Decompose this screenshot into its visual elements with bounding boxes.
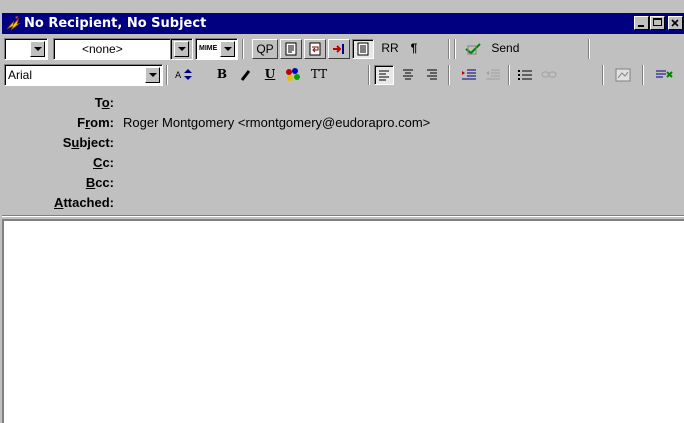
indent-button[interactable] [458, 65, 480, 85]
title-bar[interactable]: No Recipient, No Subject [2, 13, 684, 34]
message-toolbar: <none> MIME QP RR ¶ Send [2, 36, 684, 62]
font-dropdown[interactable]: Arial [4, 64, 163, 86]
clear-formatting-button[interactable] [652, 65, 676, 85]
cc-row[interactable]: Cc: [2, 155, 684, 171]
close-icon [671, 19, 679, 27]
teletype-button[interactable]: TT [306, 65, 332, 85]
to-row[interactable]: To: [2, 95, 684, 111]
from-row[interactable]: From: Roger Montgomery <rmontgomery@eudo… [2, 115, 684, 131]
subject-row[interactable]: Subject: [2, 135, 684, 151]
minimize-button[interactable] [634, 16, 649, 30]
toolbar-separator [642, 65, 644, 85]
align-right-button[interactable] [422, 65, 442, 85]
qp-label: QP [256, 42, 274, 56]
font-size-icon: A [175, 69, 192, 81]
bcc-label: Bcc: [85, 175, 114, 190]
return-receipt-button[interactable]: RR [378, 39, 402, 59]
signature-dropdown[interactable]: <none> [53, 38, 171, 60]
bcc-row[interactable]: Bcc: [2, 175, 684, 191]
align-center-icon [403, 69, 413, 80]
indent-icon [462, 69, 476, 80]
toolbar-separator [242, 39, 244, 59]
align-center-button[interactable] [398, 65, 418, 85]
attached-label: Attached: [54, 195, 114, 210]
flying-envelope-icon [6, 16, 21, 31]
maximize-button[interactable] [650, 16, 665, 30]
header-divider [2, 215, 684, 217]
encoding-dropdown[interactable]: MIME [195, 38, 238, 60]
pilcrow-icon: ¶ [410, 41, 418, 55]
word-wrap-button[interactable] [304, 39, 326, 59]
toolbar-separator [448, 65, 450, 85]
bold-button[interactable]: B [212, 65, 232, 85]
document-icon [285, 42, 297, 56]
keep-copy-button[interactable] [352, 39, 374, 59]
font-value: Arial [8, 68, 33, 82]
priority-dropdown[interactable] [4, 38, 48, 60]
attached-row[interactable]: Attached: [2, 195, 684, 211]
italic-button[interactable] [236, 65, 256, 85]
chevron-down-icon [174, 41, 189, 57]
signature-dropdown-button[interactable] [170, 38, 193, 60]
send-button[interactable]: Send [464, 39, 540, 59]
chevron-down-icon [220, 41, 235, 57]
send-label: Send [491, 41, 520, 55]
message-window: No Recipient, No Subject <none> MIME QP … [0, 0, 684, 423]
font-size-button[interactable]: A [172, 65, 196, 85]
rr-label: RR [381, 41, 399, 55]
toolbar-separator [454, 39, 456, 59]
text-as-document-button[interactable] [280, 39, 302, 59]
maximize-icon [653, 18, 662, 26]
toolbar-separator [368, 65, 370, 85]
pilcrow-button[interactable]: ¶ [404, 39, 424, 59]
align-right-icon [427, 69, 437, 80]
teletype-icon: TT [310, 67, 328, 81]
underline-icon: U [264, 67, 276, 81]
window-title: No Recipient, No Subject [24, 16, 207, 31]
copy-document-icon [357, 42, 369, 56]
bullets-button[interactable] [514, 65, 536, 85]
from-field[interactable]: Roger Montgomery <rmontgomery@eudorapro.… [123, 115, 430, 130]
align-left-icon [379, 70, 389, 81]
message-headers: To: From: Roger Montgomery <rmontgomery@… [2, 88, 684, 214]
toolbar-separator [602, 65, 604, 85]
from-label: From: [77, 115, 114, 130]
to-label: To: [94, 95, 114, 110]
format-toolbar: Arial A B U TT [2, 62, 684, 88]
italic-icon [240, 70, 251, 81]
bullet-list-icon [518, 70, 532, 80]
subject-label: Subject: [62, 135, 114, 150]
send-checkmark-icon [465, 43, 481, 55]
minimize-icon [638, 25, 644, 27]
toolbar-separator [588, 39, 590, 59]
toolbar-separator [166, 65, 168, 85]
link-icon [541, 71, 557, 78]
chevron-down-icon[interactable] [30, 41, 45, 57]
svg-text:A: A [175, 71, 182, 81]
align-left-button[interactable] [374, 65, 394, 85]
clear-format-icon [656, 70, 673, 78]
tab-arrow-icon [333, 44, 344, 54]
insert-link-button[interactable] [538, 65, 560, 85]
quoted-printable-button[interactable]: QP [252, 39, 278, 59]
word-wrap-icon [309, 42, 321, 56]
color-palette-icon [286, 68, 300, 81]
picture-icon [615, 68, 631, 82]
bold-icon: B [216, 67, 228, 81]
close-button[interactable] [668, 16, 683, 30]
outdent-icon [486, 69, 500, 80]
cc-label: Cc: [93, 155, 114, 170]
outdent-button[interactable] [482, 65, 504, 85]
tabs-in-body-button[interactable] [328, 39, 350, 59]
toolbar-separator [448, 39, 450, 59]
signature-value: <none> [82, 42, 123, 56]
chevron-down-icon [145, 67, 160, 83]
toolbar-separator [508, 65, 510, 85]
insert-picture-button[interactable] [612, 65, 634, 85]
underline-button[interactable]: U [260, 65, 280, 85]
message-body[interactable] [2, 219, 684, 423]
color-button[interactable] [282, 65, 304, 85]
encoding-value: MIME [199, 45, 218, 52]
